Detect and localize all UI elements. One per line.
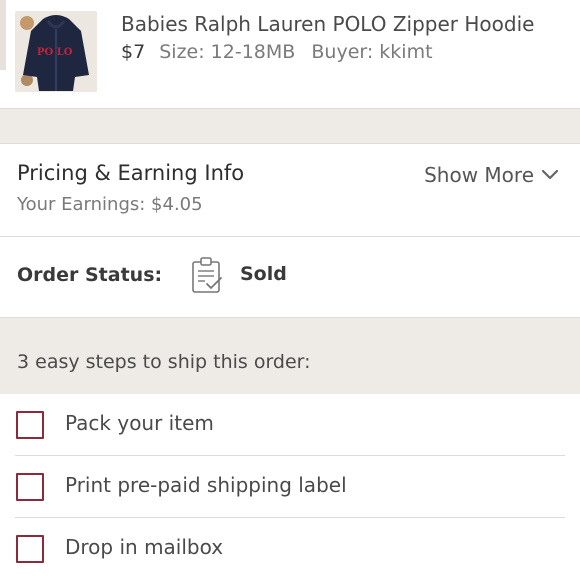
step-label: Drop in mailbox (65, 535, 224, 559)
step-item[interactable]: Print pre-paid shipping label (0, 456, 580, 518)
left-edge-shadow (0, 0, 6, 70)
thumb-logo-text: PO LO (37, 47, 73, 58)
show-more-label: Show More (424, 163, 534, 187)
item-meta: $7 Size: 12-18MB Buyer: kkimt (121, 41, 433, 63)
steps-list: Pack your item Print pre-paid shipping l… (0, 394, 580, 580)
step-label: Pack your item (65, 411, 214, 435)
step-checkbox[interactable] (16, 535, 44, 563)
item-title[interactable]: Babies Ralph Lauren POLO Zipper Hoodie (121, 12, 534, 36)
steps-header: 3 easy steps to ship this order: (0, 318, 580, 394)
pricing-title: Pricing & Earning Info (17, 161, 245, 185)
pricing-section: Pricing & Earning Info Your Earnings: $4… (0, 144, 580, 237)
earnings-text: Your Earnings: $4.05 (17, 194, 203, 215)
hoodie-image: PO LO (15, 11, 97, 92)
step-checkbox[interactable] (16, 473, 44, 501)
step-label: Print pre-paid shipping label (65, 473, 347, 497)
item-size: Size: 12-18MB (159, 41, 296, 63)
order-status-value: Sold (240, 263, 287, 285)
step-item[interactable]: Drop in mailbox (0, 518, 580, 580)
step-item[interactable]: Pack your item (0, 394, 580, 456)
order-status-section: Order Status: Sold (0, 237, 580, 318)
step-checkbox[interactable] (16, 411, 44, 439)
order-status-label: Order Status: (17, 264, 163, 286)
chevron-down-icon (542, 170, 558, 180)
section-spacer (0, 109, 580, 144)
steps-header-text: 3 easy steps to ship this order: (17, 351, 311, 373)
item-price: $7 (121, 41, 146, 63)
item-buyer: Buyer: kkimt (311, 41, 433, 63)
item-thumbnail[interactable]: PO LO (15, 11, 97, 92)
show-more-button[interactable]: Show More (424, 163, 558, 187)
clipboard-check-icon (192, 257, 222, 293)
item-summary[interactable]: PO LO Babies Ralph Lauren POLO Zipper Ho… (0, 0, 580, 109)
